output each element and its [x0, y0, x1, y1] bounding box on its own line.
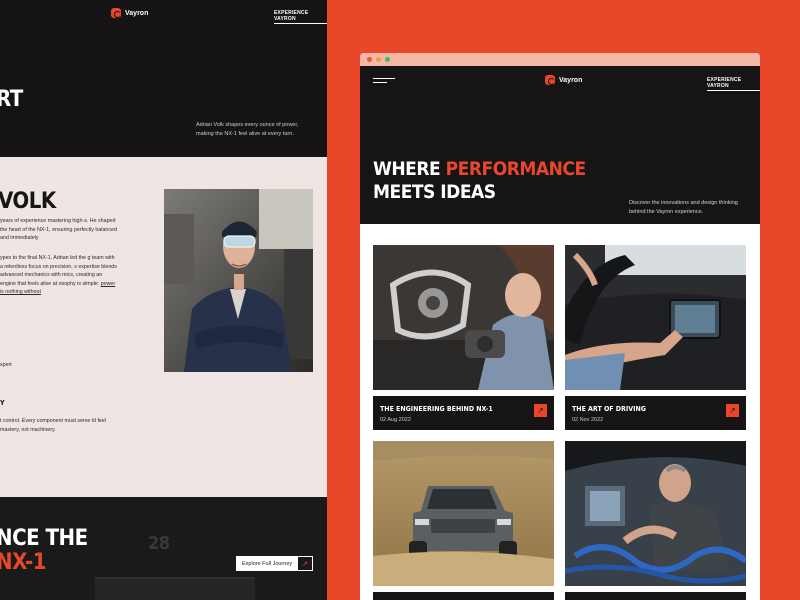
- hero-title: WHERE PERFORMANCE MEETS IDEAS: [373, 158, 586, 204]
- hamburger-icon[interactable]: [373, 78, 395, 86]
- bottom-title: NCE THE NX-1: [0, 527, 88, 575]
- hero-title-accent: PERFORMANCE: [445, 158, 587, 180]
- explore-journey-label: Explore Full Journey: [242, 560, 293, 567]
- offroad-truck-photo: [373, 441, 554, 586]
- article-date: 02 Nov 2022: [572, 417, 604, 423]
- experience-vayron-link[interactable]: EXPERIENCE VAYRON: [707, 77, 760, 91]
- maximize-dot-icon[interactable]: [385, 57, 390, 62]
- left-hero-title-line2: RT: [0, 87, 23, 112]
- article-card-bar: ↗: [565, 592, 746, 600]
- hero-title-line1: WHERE PERFORMANCE: [373, 158, 586, 181]
- article-card[interactable]: THE ART OF DRIVING 02 Nov 2022 ↗: [565, 245, 746, 430]
- about-name-heading: VOLK: [0, 189, 56, 214]
- mechanic-portrait-photo: [164, 189, 313, 372]
- article-title: THE ART OF DRIVING: [572, 405, 646, 413]
- article-date: 02 Aug 2022: [380, 417, 411, 423]
- site-logo[interactable]: Vayron: [545, 75, 582, 85]
- about-stat-label: xpert: [0, 362, 12, 368]
- engine-parts-photo: [373, 245, 554, 390]
- about-paragraph-3: t control. Every component must serve ld…: [0, 418, 106, 433]
- logo-text: Vayron: [125, 9, 149, 17]
- browser-window: Vayron EXPERIENCE VAYRON WHERE PERFORMAN…: [360, 53, 760, 600]
- minimize-dot-icon[interactable]: [376, 57, 381, 62]
- about-paragraph-2-text: ypes to the final NX-1, Adrian led the g…: [0, 255, 117, 287]
- car-dashboard-photo: [565, 245, 746, 390]
- article-card-bar: THE ART OF DRIVING 02 Nov 2022 ↗: [565, 396, 746, 430]
- about-subheading: Y: [0, 399, 5, 407]
- logo-text: Vayron: [559, 76, 583, 84]
- article-card[interactable]: THE ENGINEERING BEHIND NX-1 02 Aug 2022 …: [373, 245, 554, 430]
- site-header: Vayron EXPERIENCE VAYRON WHERE PERFORMAN…: [360, 66, 760, 224]
- explore-journey-button[interactable]: Explore Full Journey ↗: [236, 556, 313, 571]
- building-number: 28: [148, 533, 170, 554]
- arrow-up-right-icon: ↗: [298, 557, 312, 570]
- article-card[interactable]: ↗: [565, 441, 746, 600]
- garage-door-shape: [95, 577, 255, 600]
- article-card[interactable]: ↗: [373, 441, 554, 600]
- arrow-up-right-icon[interactable]: ↗: [534, 404, 547, 417]
- bottom-title-line1: NCE THE: [0, 526, 88, 551]
- article-card-bar: THE ENGINEERING BEHIND NX-1 02 Aug 2022 …: [373, 396, 554, 430]
- arrow-up-right-icon[interactable]: ↗: [726, 404, 739, 417]
- close-dot-icon[interactable]: [367, 57, 372, 62]
- about-section: VOLK years of experience mastering high-…: [0, 157, 327, 497]
- mechanic-garage-photo: [565, 441, 746, 586]
- hero-title-line2: MEETS IDEAS: [373, 181, 496, 203]
- left-page-preview: Vayron EXPERIENCE VAYRON RT Adrian Volk …: [0, 0, 327, 600]
- article-card-bar: ↗: [373, 592, 554, 600]
- article-title: THE ENGINEERING BEHIND NX-1: [380, 405, 493, 413]
- bottom-cta-section: 28 NCE THE NX-1 Explore Full Journey ↗: [0, 497, 327, 600]
- hero-title-plain: WHERE: [373, 158, 446, 180]
- left-logo[interactable]: Vayron: [111, 8, 148, 18]
- logo-mark-icon: [545, 75, 555, 85]
- hero-description: Discover the innovations and design thin…: [629, 200, 738, 215]
- bottom-title-line2: NX-1: [0, 550, 47, 575]
- left-hero-description: Adrian Volk shapes every ounce of power,…: [196, 122, 299, 137]
- left-hero-title: RT: [0, 88, 23, 112]
- browser-chrome: [360, 53, 760, 66]
- about-paragraph-2: ypes to the final NX-1, Adrian led the g…: [0, 254, 118, 297]
- logo-mark-icon: [111, 8, 121, 18]
- about-paragraph-1: years of experience mastering high-s. He…: [0, 218, 117, 242]
- left-experience-link[interactable]: EXPERIENCE VAYRON: [274, 10, 327, 24]
